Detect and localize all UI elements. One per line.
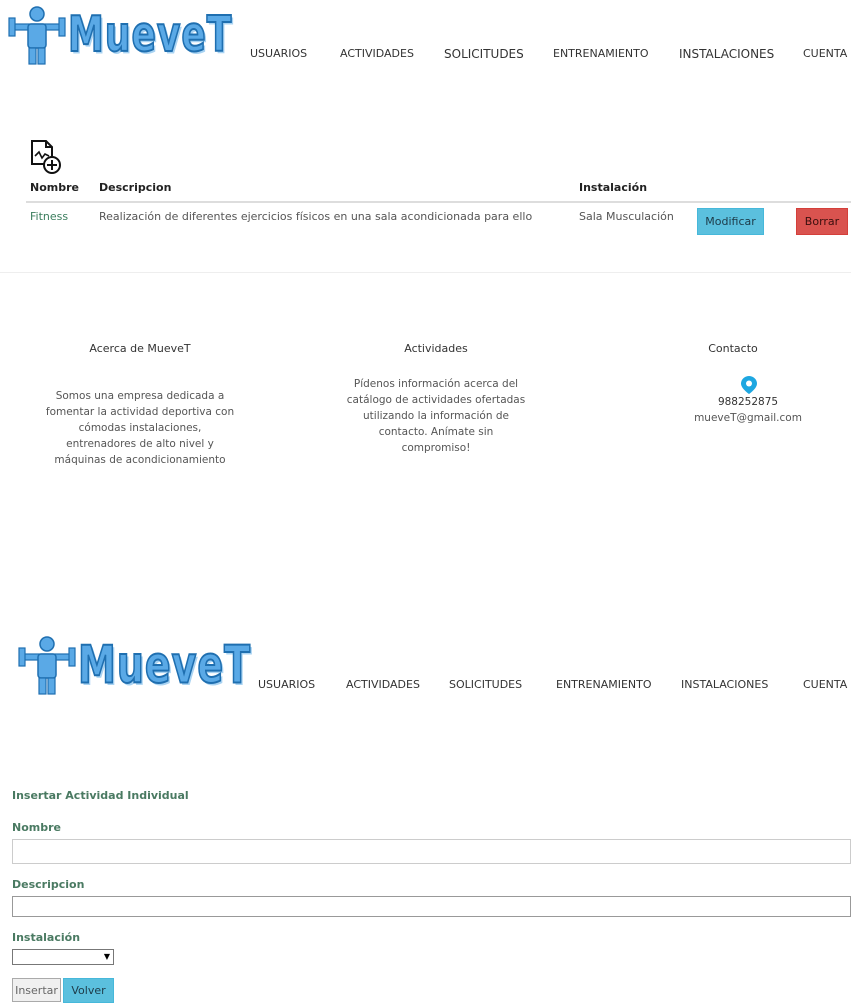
nombre-label: Nombre [12, 821, 61, 834]
footer-activities-title: Actividades [404, 342, 468, 355]
footer-activities-line: contacto. Anímate sin [378, 426, 494, 438]
col-header-nombre: Nombre [30, 181, 79, 194]
activity-description: Realización de diferentes ejercicios fís… [99, 210, 533, 223]
nav-entrenamiento[interactable]: ENTRENAMIENTO [556, 678, 652, 691]
contact-phone: 988252875 [717, 396, 779, 408]
contact-email[interactable]: mueveT@gmail.com [668, 410, 828, 426]
footer-about-title: Acerca de MueveT [89, 342, 191, 355]
insert-button[interactable]: Insertar [12, 978, 61, 1002]
nav-solicitudes[interactable]: SOLICITUDES [444, 47, 524, 61]
instalacion-select[interactable]: ▼ [12, 949, 114, 965]
footer-about-line: entrenadores de alto nivel y [66, 438, 214, 450]
brand-name: MueveT [77, 634, 252, 695]
descripcion-label: Descripcion [12, 878, 85, 891]
activity-facility: Sala Musculación [579, 210, 674, 223]
nombre-input[interactable] [12, 839, 851, 864]
nav-instalaciones[interactable]: INSTALACIONES [679, 47, 774, 61]
footer-activities-text: Pídenos información acerca del catálogo … [326, 376, 546, 456]
descripcion-input[interactable] [12, 896, 851, 917]
col-header-descripcion: Descripcion [99, 181, 172, 194]
footer-activities-line: catálogo de actividades ofertadas [346, 394, 526, 406]
form-title: Insertar Actividad Individual [12, 789, 189, 802]
footer-about-line: máquinas de acondicionamiento [54, 454, 226, 466]
footer-about-line: cómodas instalaciones, [78, 422, 202, 434]
brand-name: MueveT [67, 6, 233, 63]
footer-activities-line: compromiso! [401, 442, 471, 454]
nav-actividades[interactable]: ACTIVIDADES [346, 678, 420, 691]
modify-button[interactable]: Modificar [697, 208, 764, 235]
nav-actividades[interactable]: ACTIVIDADES [340, 47, 414, 60]
nav-usuarios[interactable]: USUARIOS [258, 678, 315, 691]
instalacion-label: Instalación [12, 931, 81, 944]
footer-divider [0, 272, 851, 273]
location-pin-icon [741, 376, 757, 394]
file-add-icon[interactable] [30, 140, 64, 176]
brand-logo-2[interactable]: MueveT [18, 634, 251, 696]
footer-about-line: fomentar la actividad deportiva con [45, 406, 235, 418]
weightlifter-icon [8, 6, 66, 65]
nav-usuarios[interactable]: USUARIOS [250, 47, 307, 60]
footer-activities-line: utilizando la información de [363, 410, 509, 422]
nav-cuenta[interactable]: CUENTA [803, 47, 847, 60]
nav-cuenta[interactable]: CUENTA [803, 678, 847, 691]
activity-name-link[interactable]: Fitness [30, 210, 68, 223]
footer-contact-title: Contacto [708, 342, 758, 355]
nav-solicitudes[interactable]: SOLICITUDES [449, 678, 522, 691]
delete-button[interactable]: Borrar [796, 208, 848, 235]
col-header-instalacion: Instalación [579, 181, 648, 194]
footer-activities-line: Pídenos información acerca del [353, 378, 519, 390]
table-header-divider [26, 201, 851, 203]
footer-about-line: Somos una empresa dedicada a [55, 390, 225, 402]
footer-about-text: Somos una empresa dedicada a fomentar la… [30, 388, 250, 466]
brand-logo[interactable]: MueveT [8, 4, 232, 66]
chevron-down-icon: ▼ [103, 952, 110, 961]
back-button[interactable]: Volver [63, 978, 114, 1003]
weightlifter-icon [18, 636, 76, 695]
nav-entrenamiento[interactable]: ENTRENAMIENTO [553, 47, 649, 60]
nav-instalaciones[interactable]: INSTALACIONES [681, 678, 768, 691]
